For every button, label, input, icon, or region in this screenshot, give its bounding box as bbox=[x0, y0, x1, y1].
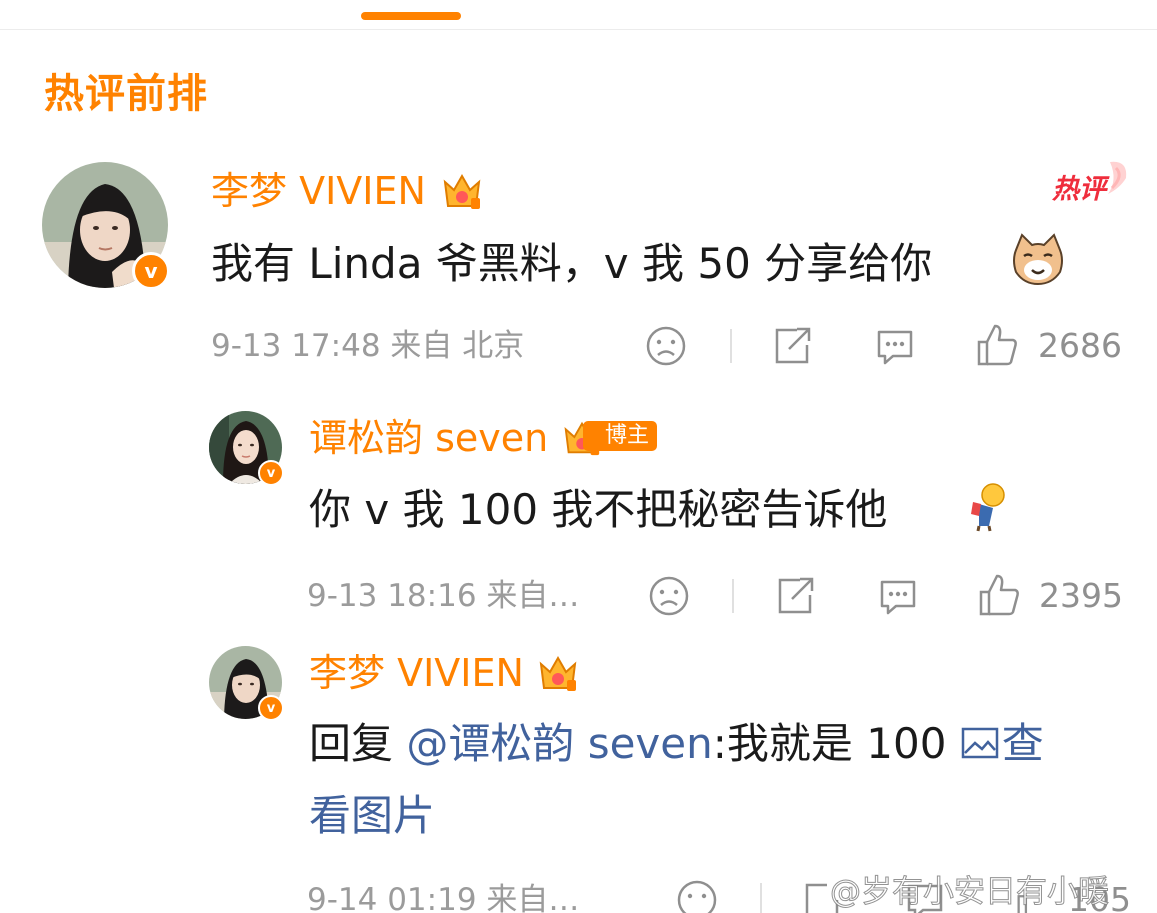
like-count: 2395 bbox=[1039, 576, 1123, 615]
reply-body: :我就是 100 bbox=[712, 719, 960, 768]
divider bbox=[730, 329, 732, 363]
comment-meta: 9-13 17:48 来自 北京 bbox=[211, 328, 525, 364]
blogger-badge: 博主 bbox=[583, 421, 658, 451]
comment-text: 你 v 我 100 我不把秘密告诉他 bbox=[309, 485, 888, 534]
verified-badge-icon: v bbox=[132, 252, 170, 290]
verified-badge-icon: v bbox=[258, 695, 284, 721]
comment-text: 我有 Linda 爷黑料，v 我 50 分享给你 bbox=[211, 239, 933, 288]
comment-meta: 9-13 18:16 来自… bbox=[307, 578, 580, 614]
cat-emoji-icon bbox=[1013, 233, 1063, 286]
dislike-icon[interactable] bbox=[675, 878, 719, 913]
verified-badge-icon: v bbox=[258, 460, 284, 486]
comment-icon[interactable] bbox=[873, 326, 917, 368]
mention-link[interactable]: @谭松韵 seven bbox=[406, 719, 712, 768]
view-image-link-head: 查 bbox=[1001, 719, 1044, 768]
watermark: @岁有小安日有小暖 bbox=[830, 874, 1110, 911]
comment-author[interactable]: 李梦 VIVIEN bbox=[309, 650, 524, 696]
share-icon[interactable] bbox=[774, 575, 818, 617]
image-icon bbox=[961, 727, 999, 759]
like-count: 2686 bbox=[1038, 326, 1122, 365]
comment-meta: 9-14 01:19 来自… bbox=[307, 882, 580, 913]
crown-icon bbox=[443, 173, 481, 209]
dislike-icon[interactable] bbox=[644, 324, 688, 368]
dislike-icon[interactable] bbox=[647, 574, 691, 618]
hot-comment-tag-icon: 热评 bbox=[1051, 161, 1127, 205]
view-image-link-tail[interactable]: 看图片 bbox=[309, 790, 435, 842]
like-icon[interactable] bbox=[975, 322, 1019, 368]
divider bbox=[760, 883, 762, 913]
reply-prefix: 回复 bbox=[309, 719, 407, 768]
section-title: 热评前排 bbox=[44, 71, 208, 117]
comment-icon[interactable] bbox=[876, 576, 920, 618]
comment-author[interactable]: 谭松韵 seven bbox=[309, 415, 548, 461]
crown-icon bbox=[539, 655, 577, 691]
active-tab-indicator bbox=[361, 12, 461, 20]
view-image-link[interactable]: 查 bbox=[960, 719, 1044, 768]
hot-label: 热评 bbox=[1051, 174, 1110, 205]
comment-author[interactable]: 李梦 VIVIEN bbox=[211, 168, 426, 214]
share-icon[interactable] bbox=[771, 325, 815, 367]
reply-text: 回复 @谭松韵 seven:我就是 100 查 bbox=[309, 718, 1044, 770]
like-icon[interactable] bbox=[977, 572, 1021, 618]
top-divider bbox=[0, 29, 1157, 30]
divider bbox=[732, 579, 734, 613]
pensive-figure-emoji-icon bbox=[971, 483, 1005, 532]
